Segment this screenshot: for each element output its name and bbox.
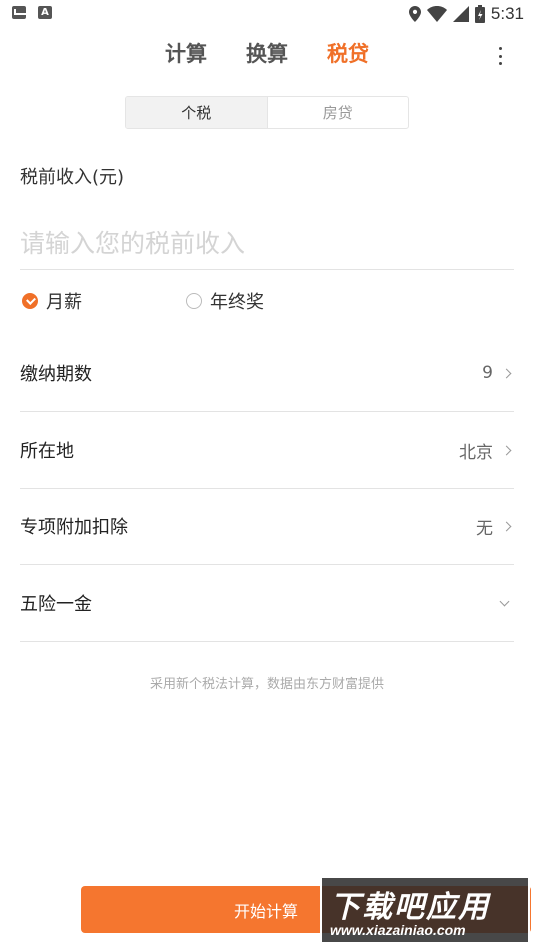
tab-tax-loan[interactable]: 税贷 (327, 38, 369, 68)
row-label: 缴纳期数 (20, 364, 92, 385)
chevron-right-icon (501, 445, 512, 455)
income-label: 税前收入(元) (20, 167, 125, 188)
top-tabs: 计算 换算 税贷 (0, 38, 534, 72)
radio-label: 年终奖 (210, 292, 264, 313)
font-icon: A (38, 6, 52, 19)
row-special-deduction[interactable]: 专项附加扣除 无 (20, 488, 514, 565)
tab-calculate[interactable]: 计算 (165, 38, 207, 68)
location-icon (408, 6, 421, 22)
status-bar: A 5:31 (0, 0, 534, 28)
row-social-insurance[interactable]: 五险一金 (20, 565, 514, 642)
chevron-right-icon (501, 521, 512, 531)
radio-monthly-salary[interactable]: 月薪 (22, 288, 82, 314)
row-label: 专项附加扣除 (20, 517, 128, 538)
row-location[interactable]: 所在地 北京 (20, 412, 514, 489)
income-input[interactable] (20, 218, 514, 270)
footnote: 采用新个税法计算，数据由东方财富提供 (149, 677, 384, 692)
row-label: 五险一金 (20, 594, 92, 615)
watermark-title: 下载吧应用 (330, 890, 490, 925)
battery-icon (474, 5, 485, 23)
radio-label: 月薪 (46, 292, 82, 313)
chevron-right-icon (501, 368, 512, 378)
row-value: 北京 (459, 442, 493, 463)
signal-icon (452, 6, 469, 22)
segment-control: 个税 房贷 (125, 96, 409, 129)
row-payment-periods[interactable]: 缴纳期数 9 (20, 335, 514, 412)
segment-income-tax[interactable]: 个税 (126, 97, 268, 128)
wifi-icon (426, 6, 447, 22)
chevron-down-icon (499, 596, 510, 606)
row-value: 无 (476, 518, 493, 539)
watermark-url: www.xiazainiao.com (330, 922, 466, 938)
radio-checked-icon (22, 293, 38, 309)
watermark-logo: 下载吧应用 www.xiazainiao.com (320, 876, 530, 944)
segment-mortgage[interactable]: 房贷 (268, 97, 409, 128)
mail-icon (12, 6, 28, 19)
more-menu-icon[interactable] (490, 45, 510, 67)
row-value: 9 (482, 363, 493, 383)
row-label: 所在地 (20, 441, 74, 462)
tab-convert[interactable]: 换算 (246, 38, 288, 68)
radio-unchecked-icon (186, 293, 202, 309)
radio-annual-bonus[interactable]: 年终奖 (186, 288, 264, 314)
status-time: 5:31 (490, 4, 524, 23)
